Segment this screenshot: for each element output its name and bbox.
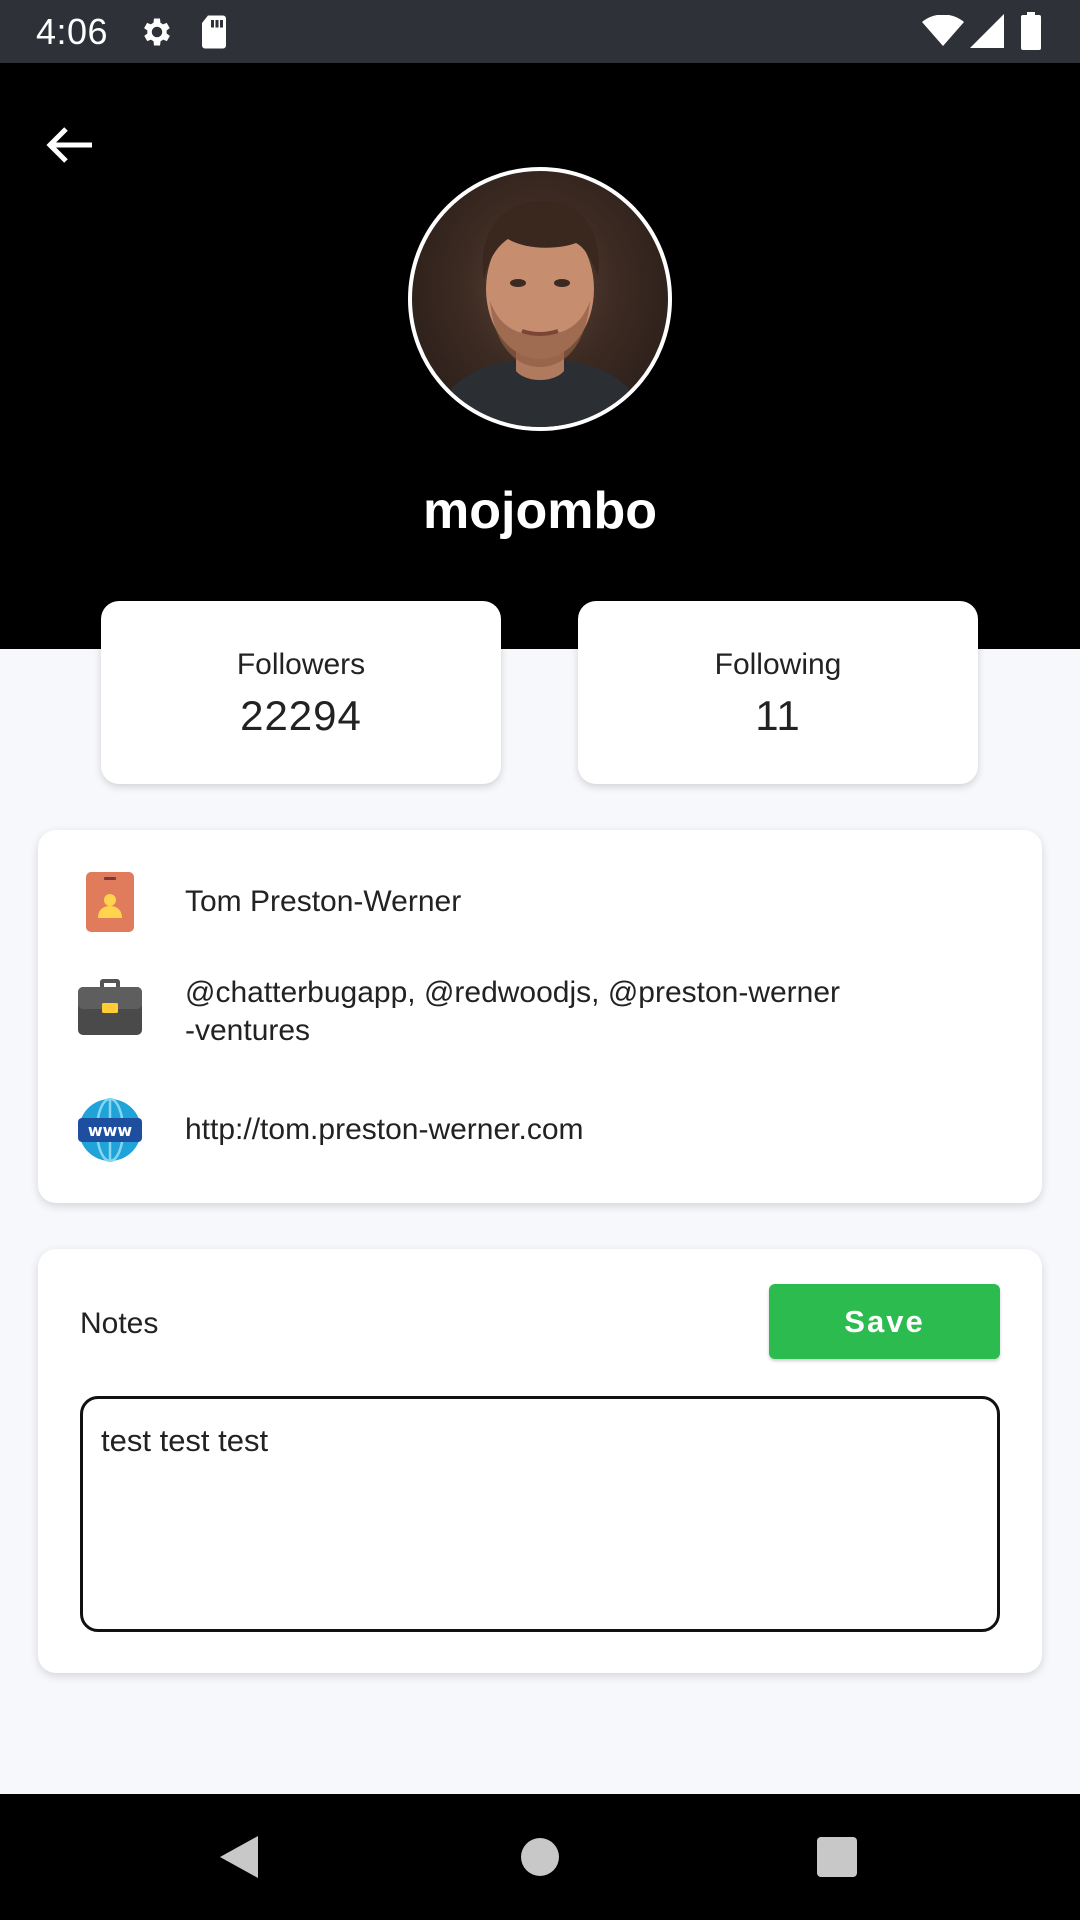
- save-button[interactable]: Save: [769, 1284, 1000, 1359]
- status-time: 4:06: [36, 11, 109, 52]
- back-button[interactable]: [44, 115, 104, 175]
- signal-icon: [970, 14, 1004, 53]
- avatar-portrait: [432, 201, 648, 427]
- battery-icon: [1021, 12, 1041, 55]
- svg-text:www: www: [88, 1121, 133, 1140]
- arrow-left-icon: [46, 127, 92, 163]
- followers-count: 22294: [240, 692, 362, 739]
- username: mojombo: [423, 482, 657, 540]
- company-line-2: -ventures: [185, 1014, 311, 1047]
- avatar: [408, 167, 672, 431]
- settings-icon: [139, 14, 175, 55]
- wifi-icon: [922, 14, 964, 52]
- company-line-1: @chatterbugapp, @redwoodjs, @preston-wer…: [185, 976, 841, 1009]
- followers-label: Followers: [236, 648, 366, 681]
- followers-card[interactable]: Followers 22294: [101, 601, 501, 784]
- home-circle-icon[interactable]: [521, 1834, 559, 1885]
- following-label: Following: [714, 648, 842, 681]
- profile-info-card: Tom Preston-Werner @chatterbugapp, @redw…: [38, 830, 1042, 1203]
- recents-square-icon[interactable]: [817, 1837, 857, 1882]
- following-count: 11: [755, 692, 801, 739]
- status-bar: 4:06: [0, 0, 1080, 63]
- id-badge-icon: [78, 870, 142, 939]
- following-card[interactable]: Following 11: [578, 601, 978, 784]
- www-globe-icon: www: [78, 1097, 142, 1167]
- notes-label: Notes: [80, 1307, 159, 1340]
- sd-card-icon: [198, 14, 230, 55]
- system-nav-bar: [0, 1794, 1080, 1920]
- back-triangle-icon[interactable]: [218, 1834, 260, 1885]
- website-link[interactable]: http://tom.preston-werner.com: [185, 1111, 584, 1149]
- notes-card: Notes Save test test test: [38, 1249, 1042, 1673]
- full-name: Tom Preston-Werner: [185, 885, 462, 918]
- company-text: @chatterbugapp, @redwoodjs, @preston-wer…: [185, 974, 985, 1050]
- notes-input[interactable]: test test test: [80, 1396, 1000, 1632]
- profile-header: mojombo: [0, 63, 1080, 649]
- briefcase-icon: [78, 977, 142, 1042]
